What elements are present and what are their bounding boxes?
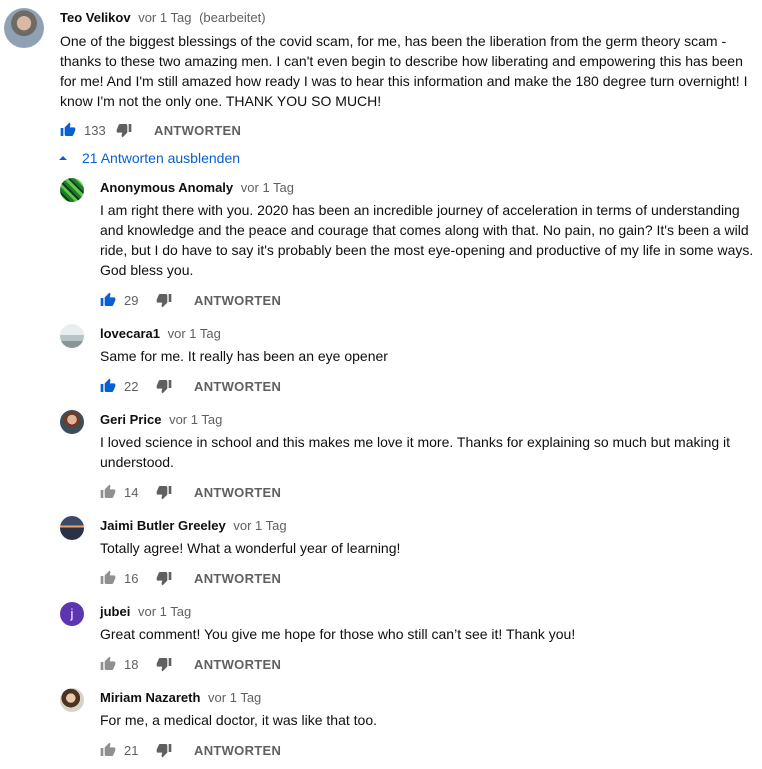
thumbs-up-icon xyxy=(100,742,116,756)
reply-button[interactable]: ANTWORTEN xyxy=(194,293,281,308)
comment-author[interactable]: Miriam Nazareth xyxy=(100,690,200,705)
comment-actions: 16 ANTWORTEN xyxy=(100,568,281,588)
comment-actions: 14 ANTWORTEN xyxy=(100,482,281,502)
like-button[interactable] xyxy=(100,292,116,308)
dislike-button[interactable] xyxy=(156,742,172,758)
like-button[interactable] xyxy=(100,570,116,586)
comment-time[interactable]: vor 1 Tag xyxy=(233,518,286,533)
comment-time[interactable]: vor 1 Tag xyxy=(168,326,221,341)
comment-time[interactable]: vor 1 Tag xyxy=(241,180,294,195)
thumbs-down-icon xyxy=(156,380,172,394)
car-photo-avatar[interactable] xyxy=(60,324,84,348)
thumbs-up-icon xyxy=(60,122,76,136)
comment-actions: 133 ANTWORTEN xyxy=(60,120,241,140)
comment-time[interactable]: vor 1 Tag xyxy=(208,690,261,705)
edited-label: (bearbeitet) xyxy=(199,10,266,25)
avatar-letter: j xyxy=(70,606,74,621)
letter-avatar[interactable]: j xyxy=(60,602,84,626)
thumbs-down-icon xyxy=(156,294,172,308)
like-button[interactable] xyxy=(100,742,116,758)
like-count: 14 xyxy=(124,484,139,500)
thumbs-up-icon xyxy=(100,656,116,670)
thumbs-down-icon xyxy=(156,486,172,500)
comment-time[interactable]: vor 1 Tag xyxy=(169,412,222,427)
hide-replies-label: 21 Antworten ausblenden xyxy=(82,150,241,166)
main-comment: Teo Velikov vor 1 Tag (bearbeitet) One o… xyxy=(0,0,762,145)
thumbs-up-icon xyxy=(100,292,116,306)
comment-text: Totally agree! What a wonderful year of … xyxy=(100,540,401,556)
comment-author[interactable]: jubei xyxy=(100,604,130,619)
comment-text: One of the biggest blessings of the covi… xyxy=(60,33,748,109)
user-photo-avatar[interactable] xyxy=(60,410,84,434)
reply-button[interactable]: ANTWORTEN xyxy=(194,657,281,672)
comment-author[interactable]: Geri Price xyxy=(100,412,161,427)
like-button[interactable] xyxy=(100,378,116,394)
sunset-photo-avatar[interactable] xyxy=(60,516,84,540)
comment-author[interactable]: Anonymous Anomaly xyxy=(100,180,233,195)
like-button[interactable] xyxy=(100,484,116,500)
like-count: 133 xyxy=(84,122,106,138)
comment-text: Same for me. It really has been an eye o… xyxy=(100,348,388,364)
green-pattern-avatar[interactable] xyxy=(60,178,84,202)
comment-actions: 22 ANTWORTEN xyxy=(100,376,281,396)
thumbs-up-icon xyxy=(100,378,116,392)
comment-time[interactable]: vor 1 Tag xyxy=(138,604,191,619)
dislike-button[interactable] xyxy=(156,292,172,308)
thumbs-down-icon xyxy=(156,572,172,586)
thumbs-up-icon xyxy=(100,570,116,584)
reply-button[interactable]: ANTWORTEN xyxy=(194,743,281,758)
like-count: 18 xyxy=(124,656,139,672)
reply-button[interactable]: ANTWORTEN xyxy=(154,123,241,138)
comment-author[interactable]: Jaimi Butler Greeley xyxy=(100,518,226,533)
reply-button[interactable]: ANTWORTEN xyxy=(194,379,281,394)
user-photo-avatar[interactable] xyxy=(60,688,84,712)
comment-time[interactable]: vor 1 Tag xyxy=(138,10,191,25)
dislike-button[interactable] xyxy=(156,378,172,394)
reply-button[interactable]: ANTWORTEN xyxy=(194,571,281,586)
user-photo-avatar[interactable] xyxy=(4,8,44,48)
comment-actions: 18 ANTWORTEN xyxy=(100,654,281,674)
reply-button[interactable]: ANTWORTEN xyxy=(194,485,281,500)
comment-author[interactable]: Teo Velikov xyxy=(60,10,131,25)
like-button[interactable] xyxy=(60,122,76,138)
like-count: 29 xyxy=(124,292,139,308)
thumbs-down-icon xyxy=(156,658,172,672)
comment-text: Great comment! You give me hope for thos… xyxy=(100,626,576,642)
dislike-button[interactable] xyxy=(156,570,172,586)
dislike-button[interactable] xyxy=(156,656,172,672)
comment-author[interactable]: lovecara1 xyxy=(100,326,160,341)
comment-actions: 29 ANTWORTEN xyxy=(100,290,281,310)
like-count: 21 xyxy=(124,742,139,758)
dislike-button[interactable] xyxy=(156,484,172,500)
comment-text: For me, a medical doctor, it was like th… xyxy=(100,712,378,728)
like-count: 16 xyxy=(124,570,139,586)
comment-actions: 21 ANTWORTEN xyxy=(100,740,281,760)
thumbs-down-icon xyxy=(156,744,172,758)
like-count: 22 xyxy=(124,378,139,394)
thumbs-down-icon xyxy=(116,124,132,138)
dislike-button[interactable] xyxy=(116,122,132,138)
hide-replies-toggle[interactable]: 21 Antworten ausblenden xyxy=(58,149,240,167)
comment-text: I loved science in school and this makes… xyxy=(100,434,731,470)
thumbs-up-icon xyxy=(100,484,116,498)
like-button[interactable] xyxy=(100,656,116,672)
comment-text: I am right there with you. 2020 has been… xyxy=(100,202,754,278)
chevron-up-icon xyxy=(59,156,67,160)
